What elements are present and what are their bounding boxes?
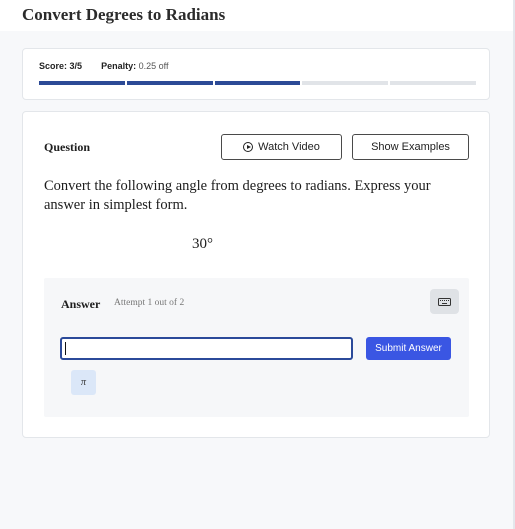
score-label: Score: — [39, 61, 68, 71]
page-title: Convert Degrees to Radians — [22, 5, 226, 24]
play-circle-icon — [243, 142, 254, 152]
attempt-counter: Attempt 1 out of 2 — [114, 298, 185, 308]
score-card: Score: 3/5 Penalty: 0.25 off — [22, 48, 490, 100]
angle-value: 30° — [192, 236, 213, 252]
pi-symbol-button[interactable]: π — [71, 370, 96, 395]
keyboard-toggle-button[interactable] — [430, 289, 459, 314]
progress-segment — [214, 81, 301, 85]
answer-panel: Answer Attempt 1 out of 2 Submit Answer … — [44, 278, 469, 417]
submit-answer-button[interactable]: Submit Answer — [366, 337, 451, 360]
question-card: Question Watch Video Show Examples Conve… — [22, 111, 490, 438]
question-prompt: Convert the following angle from degrees… — [44, 178, 431, 213]
progress-segment — [126, 81, 213, 85]
progress-bar — [39, 81, 476, 85]
answer-input[interactable] — [60, 337, 353, 360]
watch-video-label: Watch Video — [258, 141, 320, 153]
keyboard-icon — [438, 297, 451, 306]
show-examples-button[interactable]: Show Examples — [352, 134, 469, 160]
progress-segment — [39, 81, 125, 85]
progress-segment — [302, 81, 389, 85]
answer-label: Answer — [61, 297, 101, 311]
watch-video-button[interactable]: Watch Video — [221, 134, 342, 160]
penalty-label: Penalty: — [101, 61, 137, 71]
score-line: Score: 3/5 Penalty: 0.25 off — [39, 61, 168, 71]
progress-segment — [390, 81, 476, 85]
text-caret — [65, 342, 66, 355]
question-label: Question — [44, 140, 91, 154]
score-value: 3/5 — [69, 61, 83, 71]
penalty-value: 0.25 off — [138, 61, 169, 71]
